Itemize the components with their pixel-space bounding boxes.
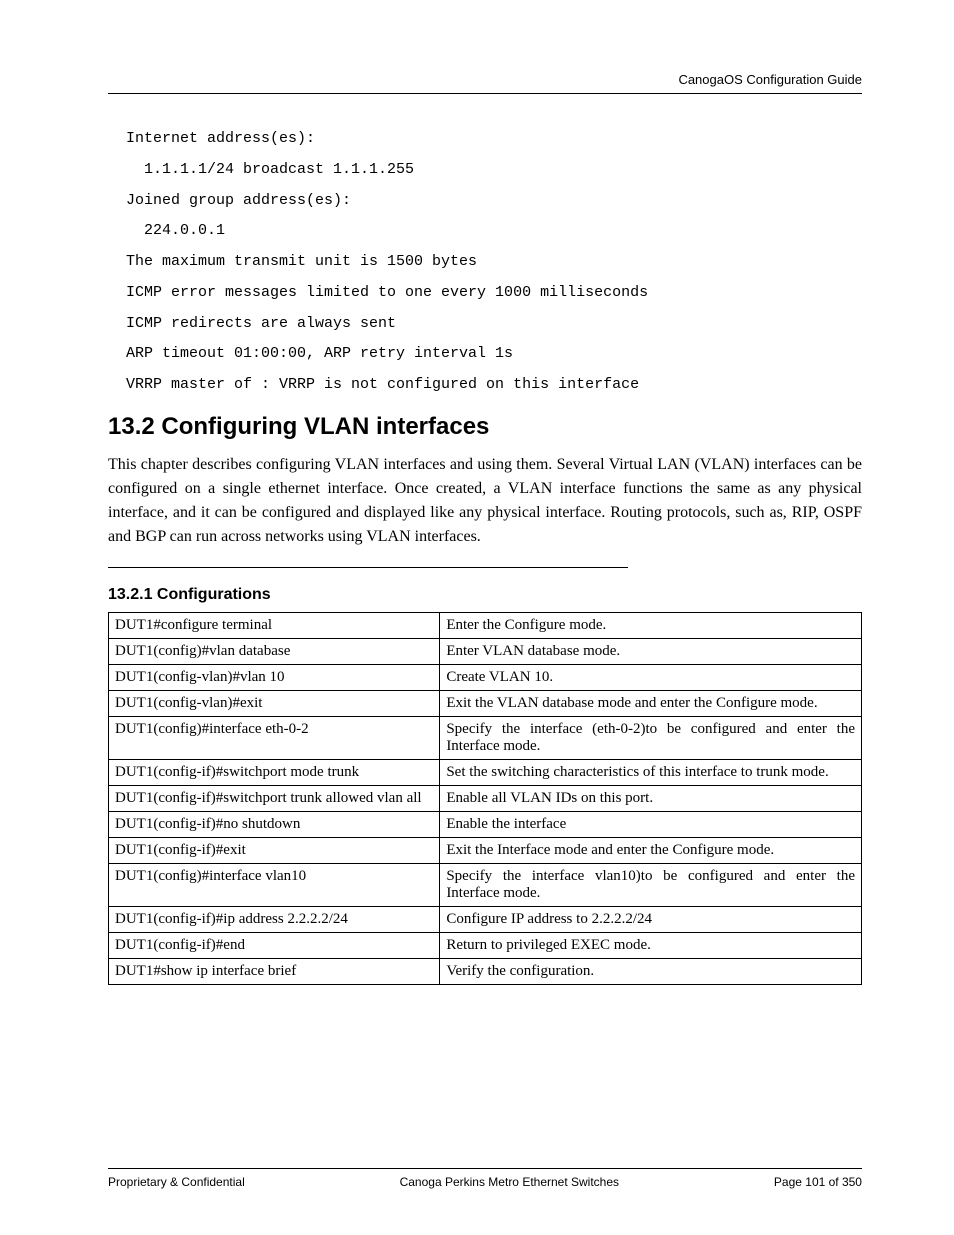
table-row: DUT1#show ip interface briefVerify the c… xyxy=(109,958,862,984)
table-row: DUT1(config-if)#exitExit the Interface m… xyxy=(109,837,862,863)
configurations-table: DUT1#configure terminalEnter the Configu… xyxy=(108,612,862,985)
description-cell: Enable the interface xyxy=(440,811,862,837)
command-cell: DUT1(config-vlan)#vlan 10 xyxy=(109,664,440,690)
footer-left: Proprietary & Confidential xyxy=(108,1175,245,1189)
footer-right: Page 101 of 350 xyxy=(774,1175,862,1189)
table-row: DUT1(config-if)#no shutdownEnable the in… xyxy=(109,811,862,837)
description-cell: Exit the VLAN database mode and enter th… xyxy=(440,690,862,716)
description-cell: Enter the Configure mode. xyxy=(440,612,862,638)
command-cell: DUT1(config)#vlan database xyxy=(109,638,440,664)
section-divider xyxy=(108,567,628,568)
table-row: DUT1(config)#interface eth-0-2Specify th… xyxy=(109,716,862,759)
description-cell: Set the switching characteristics of thi… xyxy=(440,759,862,785)
header-right-text: CanogaOS Configuration Guide xyxy=(108,72,862,87)
command-cell: DUT1(config-if)#no shutdown xyxy=(109,811,440,837)
footer-center: Canoga Perkins Metro Ethernet Switches xyxy=(400,1175,619,1189)
description-cell: Enable all VLAN IDs on this port. xyxy=(440,785,862,811)
subsection-heading: 13.2.1 Configurations xyxy=(108,586,862,604)
description-cell: Create VLAN 10. xyxy=(440,664,862,690)
description-cell: Return to privileged EXEC mode. xyxy=(440,932,862,958)
command-cell: DUT1(config-if)#end xyxy=(109,932,440,958)
description-cell: Exit the Interface mode and enter the Co… xyxy=(440,837,862,863)
command-cell: DUT1(config)#interface vlan10 xyxy=(109,863,440,906)
command-cell: DUT1(config)#interface eth-0-2 xyxy=(109,716,440,759)
command-cell: DUT1(config-if)#ip address 2.2.2.2/24 xyxy=(109,906,440,932)
command-cell: DUT1#configure terminal xyxy=(109,612,440,638)
table-row: DUT1(config-if)#ip address 2.2.2.2/24Con… xyxy=(109,906,862,932)
header-rule xyxy=(108,93,862,94)
description-cell: Enter VLAN database mode. xyxy=(440,638,862,664)
page-footer: Proprietary & Confidential Canoga Perkin… xyxy=(108,1168,862,1189)
description-cell: Verify the configuration. xyxy=(440,958,862,984)
command-cell: DUT1#show ip interface brief xyxy=(109,958,440,984)
table-row: DUT1(config)#interface vlan10Specify the… xyxy=(109,863,862,906)
description-cell: Specify the interface vlan10)to be confi… xyxy=(440,863,862,906)
command-cell: DUT1(config-if)#switchport trunk allowed… xyxy=(109,785,440,811)
description-cell: Specify the interface (eth-0-2)to be con… xyxy=(440,716,862,759)
table-row: DUT1(config)#vlan databaseEnter VLAN dat… xyxy=(109,638,862,664)
command-cell: DUT1(config-if)#exit xyxy=(109,837,440,863)
table-row: DUT1(config-if)#endReturn to privileged … xyxy=(109,932,862,958)
table-row: DUT1(config-vlan)#exitExit the VLAN data… xyxy=(109,690,862,716)
table-row: DUT1(config-if)#switchport mode trunkSet… xyxy=(109,759,862,785)
section-heading: 13.2 Configuring VLAN interfaces xyxy=(108,413,862,441)
command-cell: DUT1(config-vlan)#exit xyxy=(109,690,440,716)
table-row: DUT1(config-vlan)#vlan 10Create VLAN 10. xyxy=(109,664,862,690)
table-row: DUT1#configure terminalEnter the Configu… xyxy=(109,612,862,638)
intro-paragraph: This chapter describes configuring VLAN … xyxy=(108,453,862,549)
command-cell: DUT1(config-if)#switchport mode trunk xyxy=(109,759,440,785)
description-cell: Configure IP address to 2.2.2.2/24 xyxy=(440,906,862,932)
terminal-output: Internet address(es): 1.1.1.1/24 broadca… xyxy=(126,124,862,401)
table-row: DUT1(config-if)#switchport trunk allowed… xyxy=(109,785,862,811)
